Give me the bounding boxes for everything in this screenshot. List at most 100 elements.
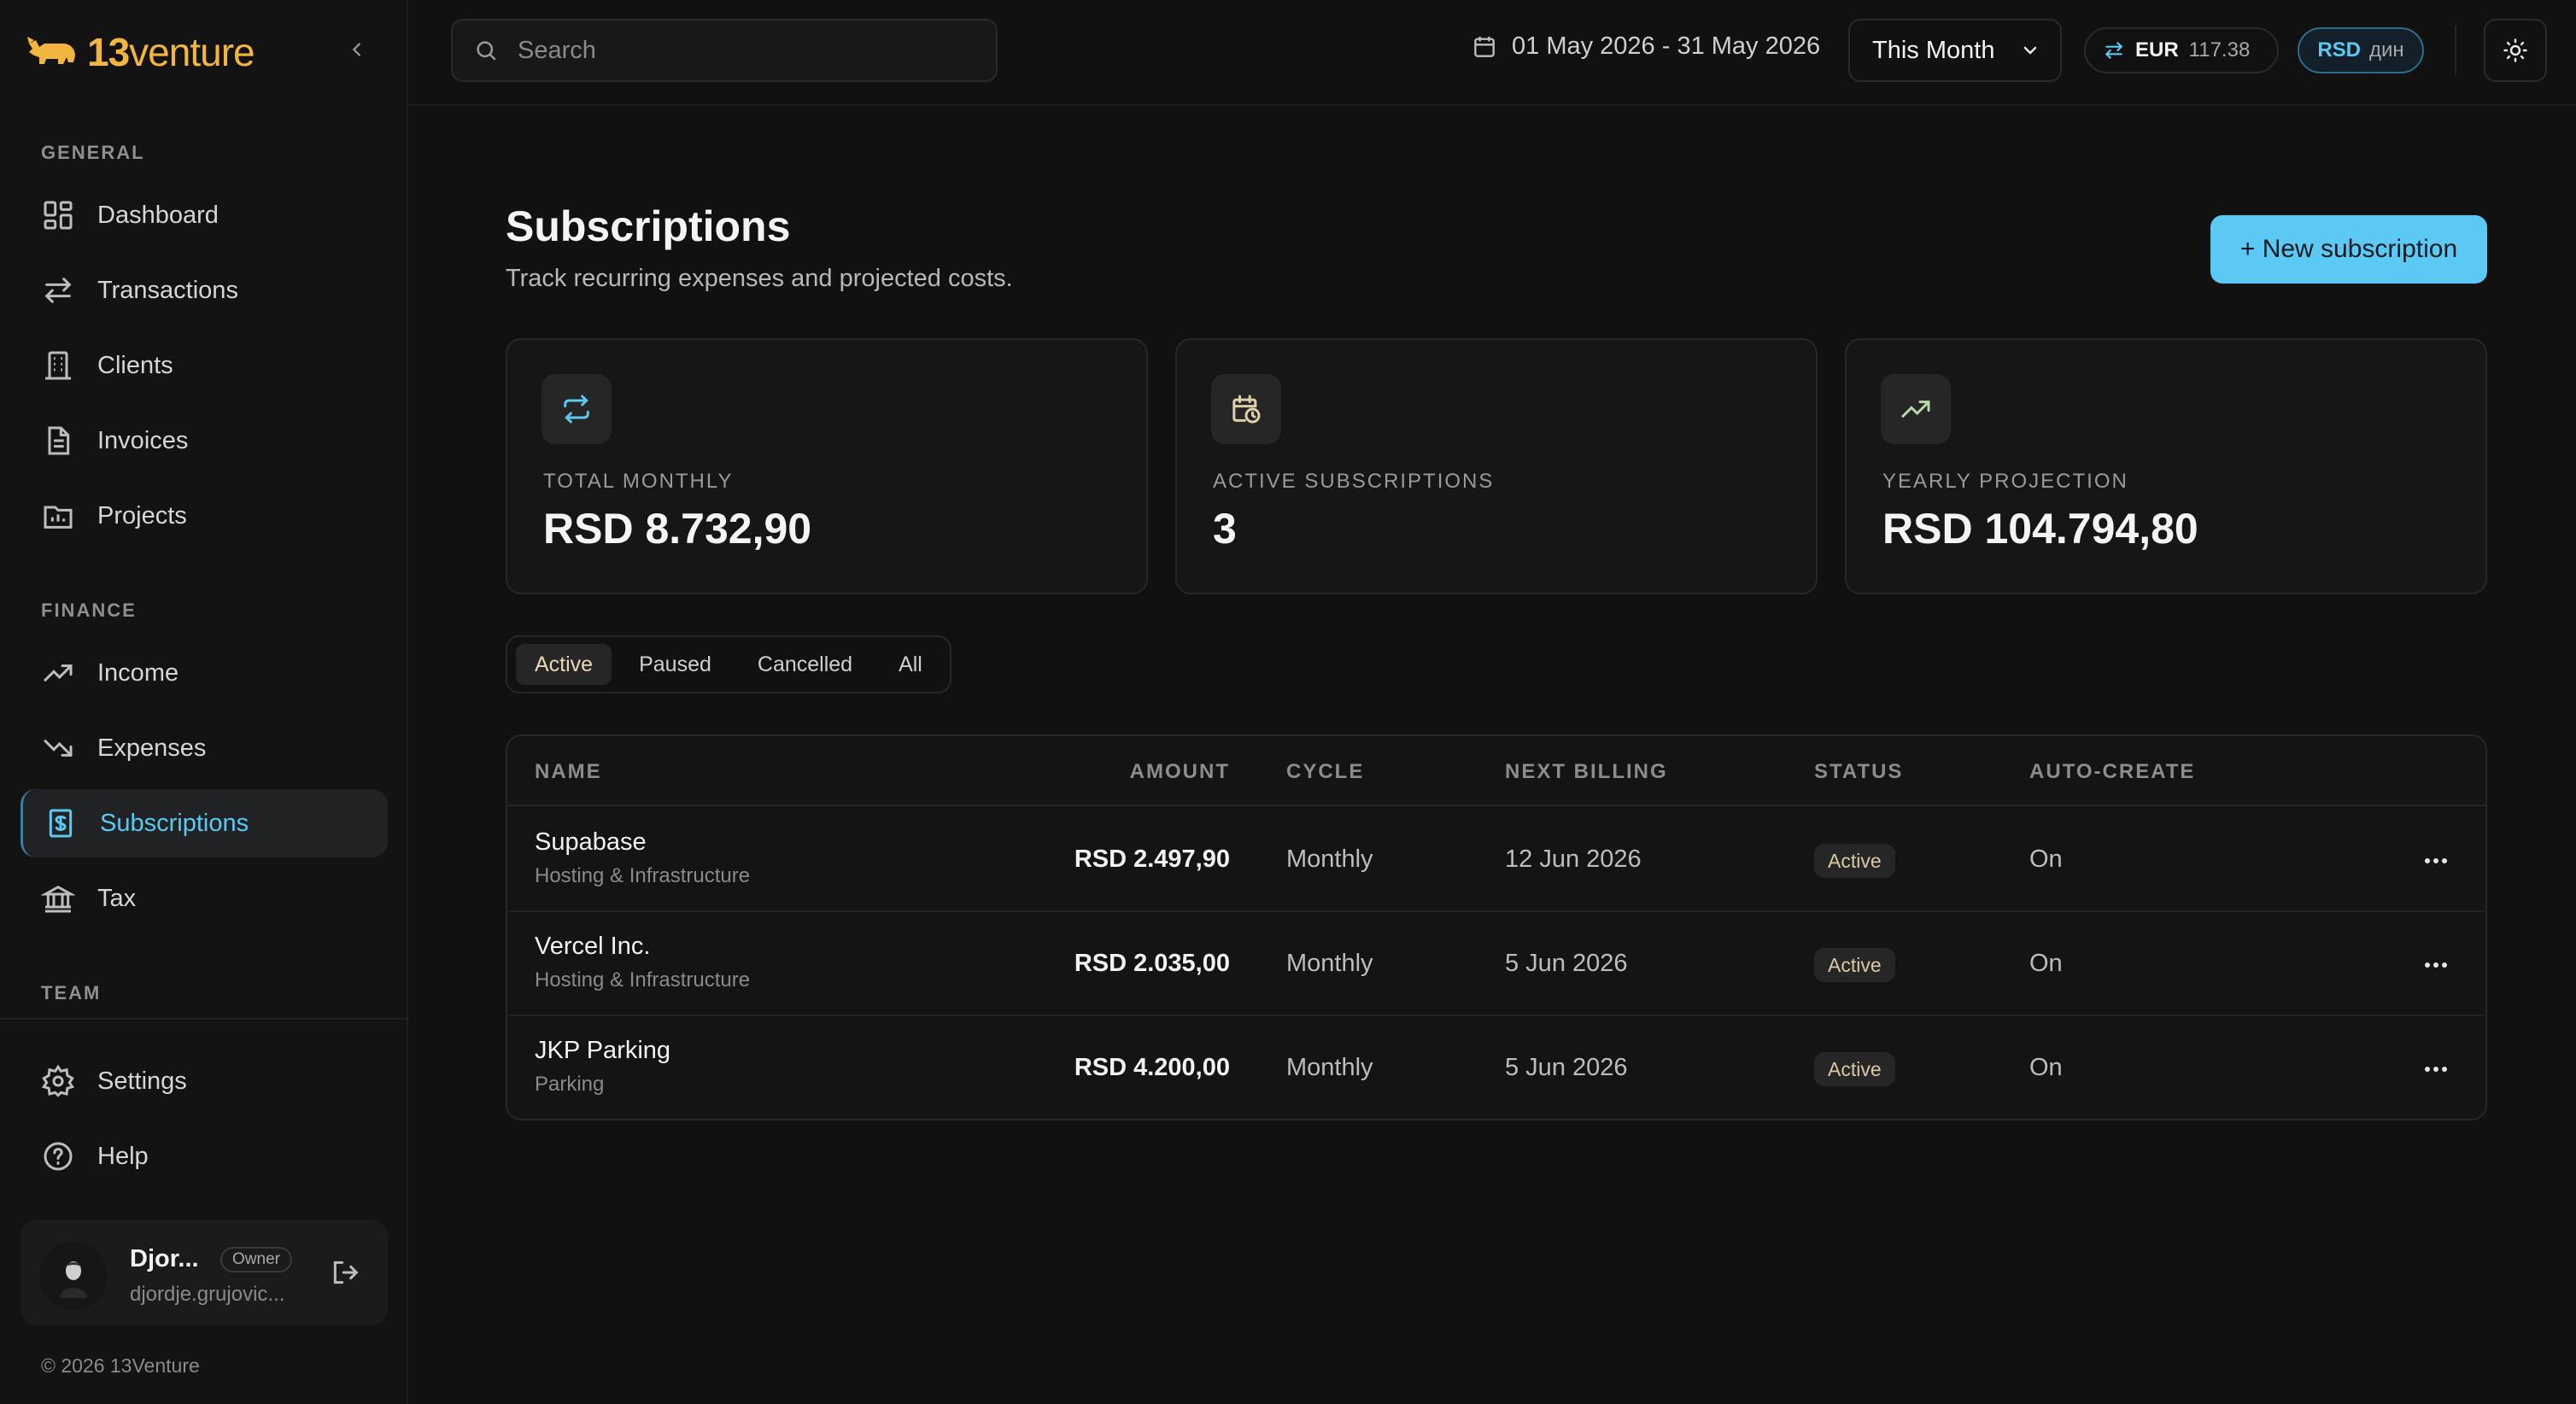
tab-active[interactable]: Active xyxy=(516,644,612,685)
column-header-cycle[interactable]: CYCLE xyxy=(1286,760,1364,784)
column-header-status[interactable]: STATUS xyxy=(1814,760,1903,784)
sidebar-item-label: Help xyxy=(97,1142,149,1170)
sidebar-item-tax[interactable]: Tax xyxy=(20,864,388,933)
subscription-next-billing: 5 Jun 2026 xyxy=(1505,1054,1628,1081)
status-badge: Active xyxy=(1814,948,1895,982)
folder-chart-icon xyxy=(44,506,73,529)
stat-value: RSD 8.732,90 xyxy=(543,505,812,553)
sidebar-item-help[interactable]: Help xyxy=(20,1122,388,1190)
stat-card-active-subscriptions: ACTIVE SUBSCRIPTIONS 3 xyxy=(1175,338,1818,594)
stat-label: ACTIVE SUBSCRIPTIONS xyxy=(1213,470,1495,493)
sidebar-item-label: Subscriptions xyxy=(100,809,249,837)
subscription-cycle: Monthly xyxy=(1286,950,1373,977)
sidebar-item-label: Settings xyxy=(97,1067,187,1095)
subscription-auto-create: On xyxy=(2029,845,2063,873)
sidebar-item-invoices[interactable]: Invoices xyxy=(20,407,388,475)
logout-button[interactable] xyxy=(328,1255,362,1290)
sidebar-item-label: Clients xyxy=(97,351,173,379)
status-badge: Active xyxy=(1814,844,1895,878)
column-header-name[interactable]: NAME xyxy=(535,760,602,784)
user-card[interactable]: Djor... Owner djordje.grujovic... xyxy=(20,1220,388,1325)
subscription-auto-create: On xyxy=(2029,1054,2063,1081)
subscription-amount: RSD 2.035,00 xyxy=(1074,950,1230,977)
date-range[interactable]: 01 May 2026 - 31 May 2026 xyxy=(1471,32,1820,61)
tab-cancelled[interactable]: Cancelled xyxy=(739,644,871,685)
more-horizontal-icon xyxy=(2425,858,2447,863)
date-range-text: 01 May 2026 - 31 May 2026 xyxy=(1512,32,1821,60)
search-icon xyxy=(477,41,496,61)
bull-logo-icon xyxy=(27,37,75,64)
column-header-amount[interactable]: AMOUNT xyxy=(1130,760,1230,784)
status-badge: Active xyxy=(1814,1052,1895,1086)
fx-currency: EUR xyxy=(2135,38,2179,61)
calendar-icon xyxy=(1474,36,1495,57)
search-input[interactable] xyxy=(518,36,979,65)
row-actions-button[interactable] xyxy=(2417,842,2455,880)
section-label-general: GENERAL xyxy=(41,142,145,163)
arrows-swap-icon xyxy=(44,278,72,303)
sidebar-item-clients[interactable]: Clients xyxy=(20,331,388,400)
period-value: This Month xyxy=(1872,36,1995,64)
sidebar-item-subscriptions[interactable]: Subscriptions xyxy=(20,789,388,857)
base-currency-toggle[interactable]: RSD дин xyxy=(2298,27,2424,73)
fx-rate: 117.38 xyxy=(2188,38,2251,61)
table-row[interactable]: JKP Parking Parking RSD 4.200,00 Monthly… xyxy=(507,1016,2485,1119)
avatar-image xyxy=(39,1242,108,1310)
subscription-name: Vercel Inc. xyxy=(535,933,651,960)
logo-text: 13venture xyxy=(87,29,255,75)
dollar-file-icon xyxy=(49,809,73,838)
sidebar: 13venture GENERAL Dashboard Transactions… xyxy=(0,0,408,1404)
subscription-cycle: Monthly xyxy=(1286,845,1373,873)
sidebar-item-expenses[interactable]: Expenses xyxy=(20,714,388,782)
building-icon xyxy=(45,351,71,380)
column-header-auto-create[interactable]: AUTO-CREATE xyxy=(2029,760,2195,784)
subscription-amount: RSD 2.497,90 xyxy=(1074,845,1230,873)
arrows-swap-icon xyxy=(2105,42,2123,59)
tab-paused[interactable]: Paused xyxy=(620,644,730,685)
search-box[interactable] xyxy=(451,19,998,82)
sun-icon xyxy=(2503,38,2527,62)
sidebar-item-label: Expenses xyxy=(97,734,207,762)
logo[interactable]: 13venture xyxy=(26,26,255,79)
section-label-team: TEAM xyxy=(41,982,102,1003)
sidebar-item-dashboard[interactable]: Dashboard xyxy=(20,181,388,249)
exchange-rate-pill[interactable]: EUR 117.38 xyxy=(2084,27,2279,73)
row-actions-button[interactable] xyxy=(2417,1050,2455,1088)
table-row[interactable]: Supabase Hosting & Infrastructure RSD 2.… xyxy=(507,808,2485,912)
sidebar-item-label: Income xyxy=(97,658,179,687)
avatar xyxy=(39,1242,108,1310)
row-actions-button[interactable] xyxy=(2417,946,2455,984)
sidebar-item-income[interactable]: Income xyxy=(20,639,388,707)
sidebar-item-projects[interactable]: Projects xyxy=(20,482,388,550)
chevron-down-icon xyxy=(2024,46,2037,55)
collapse-sidebar-button[interactable] xyxy=(340,32,374,67)
base-currency: RSD xyxy=(2317,38,2361,61)
stat-icon xyxy=(1881,374,1951,444)
sidebar-item-settings[interactable]: Settings xyxy=(20,1047,388,1115)
table-row[interactable]: Vercel Inc. Hosting & Infrastructure RSD… xyxy=(507,912,2485,1016)
period-select[interactable]: This Month xyxy=(1848,19,2062,82)
subscription-category: Parking xyxy=(535,1073,605,1096)
tab-all[interactable]: All xyxy=(880,644,941,685)
stat-value: 3 xyxy=(1213,505,1237,553)
sidebar-item-transactions[interactable]: Transactions xyxy=(20,256,388,325)
document-icon xyxy=(48,426,70,455)
new-subscription-button[interactable]: + New subscription xyxy=(2210,215,2487,284)
subscriptions-table: NAME AMOUNT CYCLE NEXT BILLING STATUS AU… xyxy=(506,734,2487,1120)
sidebar-item-label: Tax xyxy=(97,884,137,912)
role-badge: Owner xyxy=(220,1247,292,1272)
sidebar-item-label: Dashboard xyxy=(97,201,219,229)
repeat-icon xyxy=(564,395,589,424)
user-name: Djor... xyxy=(130,1245,199,1272)
bank-icon xyxy=(41,885,75,913)
grid-icon xyxy=(44,201,73,230)
calendar-clock-icon xyxy=(1232,395,1261,424)
trend-up-icon xyxy=(44,664,73,682)
more-horizontal-icon xyxy=(2425,962,2447,968)
base-currency-symbol: дин xyxy=(2369,38,2404,61)
theme-toggle-button[interactable] xyxy=(2484,19,2547,82)
subscription-category: Hosting & Infrastructure xyxy=(535,968,751,992)
column-header-next-billing[interactable]: NEXT BILLING xyxy=(1505,760,1668,784)
stat-label: TOTAL MONTHLY xyxy=(543,470,734,493)
trend-up-icon xyxy=(1901,401,1930,418)
